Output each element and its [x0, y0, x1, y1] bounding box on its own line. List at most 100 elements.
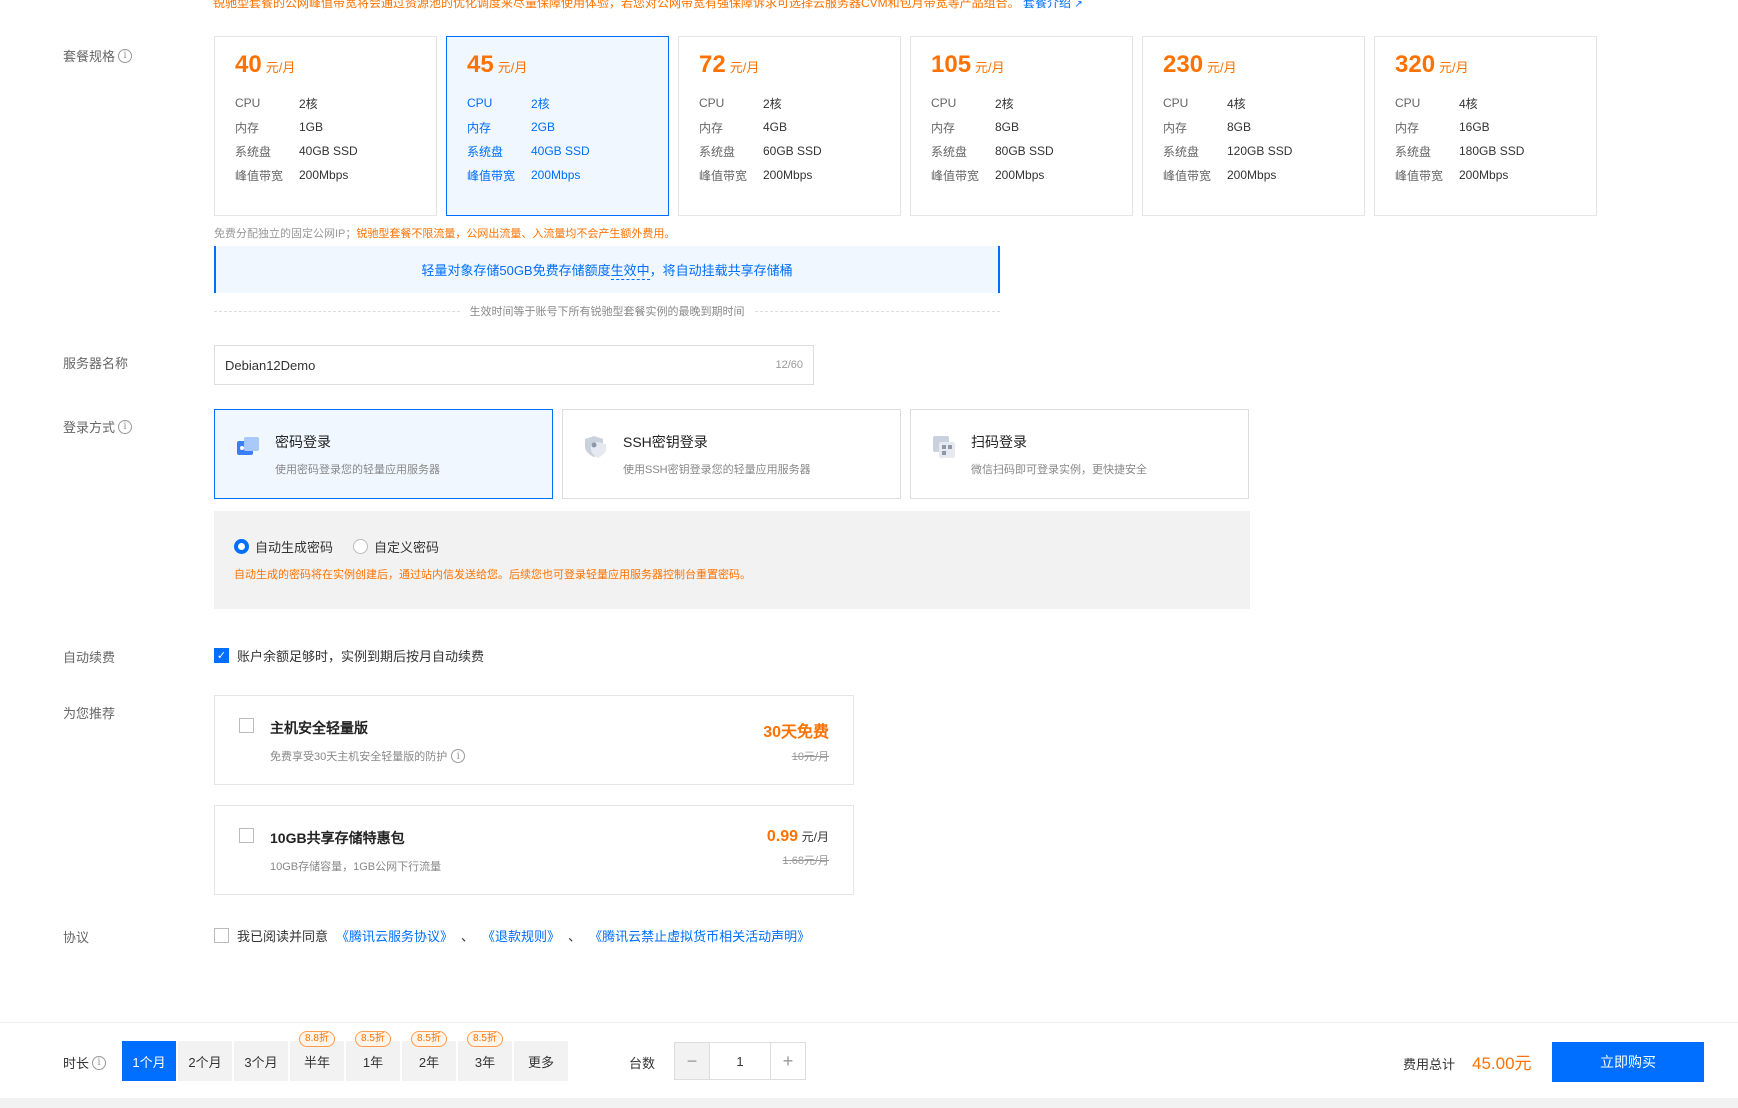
radio-custom-password[interactable]: 自定义密码 — [353, 537, 439, 556]
plan-card[interactable]: 105 元/月 CPU 2核 内存 8GB 系统盘 80GB SSD 峰值带宽 200Mb… — [910, 36, 1133, 216]
plan-price: 45 — [467, 51, 494, 78]
recommend-desc: 免费享受30天主机安全轻量版的防护 — [270, 751, 448, 763]
plan-card[interactable]: 40 元/月 CPU 2核 内存 1GB 系统盘 40GB SSD 峰值带宽 200Mbp… — [214, 36, 437, 216]
duration-option-more[interactable]: 更多 — [514, 1041, 568, 1081]
spec-key: 内存 — [931, 120, 956, 135]
plan-price-unit: 元/月 — [265, 60, 296, 75]
plan-spec-table: CPU 2核 内存 8GB 系统盘 80GB SSD 峰值带宽 200Mbps — [931, 91, 1054, 187]
info-icon[interactable]: i — [118, 419, 133, 434]
divider — [214, 310, 460, 312]
free-ip-note: 免费分配独立的固定公网IP；锐驰型套餐不限流量，公网出流量、入流量均不会产生额外… — [214, 225, 675, 241]
spec-value: 80GB SSD — [995, 144, 1054, 158]
shield-key-icon — [583, 434, 609, 460]
spec-value: 1GB — [299, 120, 324, 134]
recommend-old-price: 1.68元/月 — [782, 855, 829, 867]
radio-unchecked-icon — [353, 539, 369, 554]
spec-value: 2核 — [763, 96, 782, 111]
plus-button[interactable]: + — [771, 1043, 805, 1079]
auto-renew-checkbox[interactable]: ✓ — [214, 648, 229, 663]
plan-card[interactable]: 72 元/月 CPU 2核 内存 4GB 系统盘 60GB SSD 峰值带宽 200Mbp… — [678, 36, 901, 216]
discount-badge: 8.5折 — [467, 1031, 503, 1047]
login-option-title: SSH密钥登录 — [623, 434, 708, 450]
storage-effective-link[interactable]: 生效中 — [610, 260, 650, 280]
recommend-checkbox[interactable] — [239, 828, 254, 843]
spec-value: 40GB SSD — [531, 144, 590, 158]
duration-option-selected[interactable]: 1个月 — [122, 1041, 176, 1081]
spec-value: 200Mbps — [1227, 168, 1277, 182]
radio-checked-icon — [234, 539, 249, 554]
radio-auto-password[interactable]: 自动生成密码 — [234, 537, 333, 556]
plan-card[interactable]: 320 元/月 CPU 4核 内存 16GB 系统盘 180GB SSD 峰值带宽 200… — [1374, 36, 1597, 216]
spec-value: 200Mbps — [531, 168, 581, 182]
plan-card-selected[interactable]: 45 元/月 CPU 2核 内存 2GB 系统盘 40GB SSD 峰值带宽 200Mbp… — [446, 36, 669, 216]
duration-option[interactable]: 8.5折 3年 — [458, 1031, 512, 1081]
refund-rules-link[interactable]: 《退款规则》 — [482, 926, 560, 945]
spec-key: 系统盘 — [931, 144, 968, 159]
duration-option[interactable]: 2个月 — [178, 1041, 232, 1081]
duration-label-row: 时长 i — [63, 1053, 107, 1072]
plan-price-unit: 元/月 — [1207, 60, 1237, 75]
discount-badge: 8.8折 — [299, 1031, 335, 1047]
recommend-checkbox[interactable] — [239, 718, 254, 733]
traffic-note: 锐驰型套餐不限流量，公网出流量、入流量均不会产生额外费用。 — [356, 228, 676, 240]
spec-key: CPU — [1163, 96, 1189, 110]
minus-button[interactable]: − — [675, 1043, 709, 1079]
plan-price: 230 — [1163, 51, 1204, 78]
buy-now-button[interactable]: 立即购买 — [1552, 1042, 1704, 1082]
server-name-value: Debian12Demo — [225, 357, 316, 373]
effect-note-text: 生效时间等于账号下所有锐驰型套餐实例的最晚到期时间 — [469, 306, 745, 318]
info-icon[interactable]: i — [118, 48, 133, 63]
footer-bottom-bar — [0, 1098, 1738, 1108]
quantity-label: 台数 — [629, 1056, 656, 1071]
plan-price-unit: 元/月 — [497, 60, 528, 75]
crypto-statement-link[interactable]: 《腾讯云禁止虚拟货币相关活动声明》 — [589, 926, 810, 945]
auto-renew-text: 账户余额足够时，实例到期后按月自动续费 — [237, 649, 485, 664]
server-name-label: 服务器名称 — [63, 356, 129, 371]
recommend-card[interactable]: 主机安全轻量版 免费享受30天主机安全轻量版的防护 i 30天免费 10元/月 — [214, 695, 854, 785]
recommend-title: 10GB共享存储特惠包 — [270, 830, 405, 846]
quantity-input[interactable]: 1 — [709, 1043, 771, 1079]
storage-banner-post: ，将自动挂载共享存储桶 — [649, 263, 793, 278]
agreement-checkbox[interactable] — [214, 928, 229, 943]
duration-option-label: 1年 — [362, 1054, 384, 1070]
total-price: 45.00元 — [1472, 1054, 1532, 1073]
login-option-password[interactable]: 密码登录 使用密码登录您的轻量应用服务器 — [214, 409, 553, 499]
recommend-old-price: 10元/月 — [791, 751, 829, 763]
duration-option[interactable]: 3个月 — [234, 1041, 288, 1081]
spec-key: CPU — [467, 96, 493, 110]
login-option-ssh[interactable]: SSH密钥登录 使用SSH密钥登录您的轻量应用服务器 — [562, 409, 901, 499]
server-name-input[interactable]: Debian12Demo 12/60 — [214, 345, 814, 385]
spec-key: 系统盘 — [1395, 144, 1432, 159]
info-icon[interactable]: i — [92, 1055, 107, 1070]
spec-value: 200Mbps — [763, 168, 813, 182]
duration-option-label: 更多 — [527, 1054, 554, 1070]
external-link-icon: ↗ — [1074, 0, 1083, 10]
spec-value: 2核 — [299, 96, 318, 111]
login-option-title: 扫码登录 — [971, 434, 1027, 450]
plan-intro-link[interactable]: 套餐介绍 — [1023, 0, 1071, 10]
recommend-card[interactable]: 10GB共享存储特惠包 10GB存储容量，1GB公网下行流量 0.99 元/月 … — [214, 805, 854, 895]
spec-key: 内存 — [1163, 120, 1188, 135]
info-icon[interactable]: i — [451, 749, 466, 763]
service-agreement-link[interactable]: 《腾讯云服务协议》 — [336, 926, 453, 945]
renew-label-row: 自动续费 — [63, 647, 115, 666]
duration-option-label: 2年 — [418, 1054, 440, 1070]
agreement-label-row: 协议 — [63, 927, 89, 946]
login-option-qrcode[interactable]: 扫码登录 微信扫码即可登录实例，更快捷安全 — [910, 409, 1249, 499]
agreement-label: 协议 — [63, 930, 90, 945]
renew-label: 自动续费 — [63, 650, 116, 665]
spec-key: CPU — [931, 96, 957, 110]
recommend-price: 0.99 — [766, 828, 799, 845]
plan-card[interactable]: 230 元/月 CPU 4核 内存 8GB 系统盘 120GB SSD 峰值带宽 200M… — [1142, 36, 1365, 216]
duration-option[interactable]: 8.5折 1年 — [346, 1031, 400, 1081]
login-option-desc: 使用SSH密钥登录您的轻量应用服务器 — [623, 464, 811, 476]
plan-spec-table: CPU 2核 内存 2GB 系统盘 40GB SSD 峰值带宽 200Mbps — [467, 91, 590, 187]
storage-banner: 轻量对象存储50GB免费存储额度 生效中 ，将自动挂载共享存储桶 — [214, 246, 1000, 293]
spec-value: 200Mbps — [995, 168, 1045, 182]
duration-option-label: 3年 — [474, 1054, 496, 1070]
duration-option[interactable]: 8.5折 2年 — [402, 1031, 456, 1081]
discount-badge: 8.5折 — [355, 1031, 391, 1047]
qrcode-icon — [931, 434, 957, 460]
spec-key: 系统盘 — [235, 144, 272, 159]
duration-option[interactable]: 8.8折 半年 — [290, 1031, 344, 1081]
